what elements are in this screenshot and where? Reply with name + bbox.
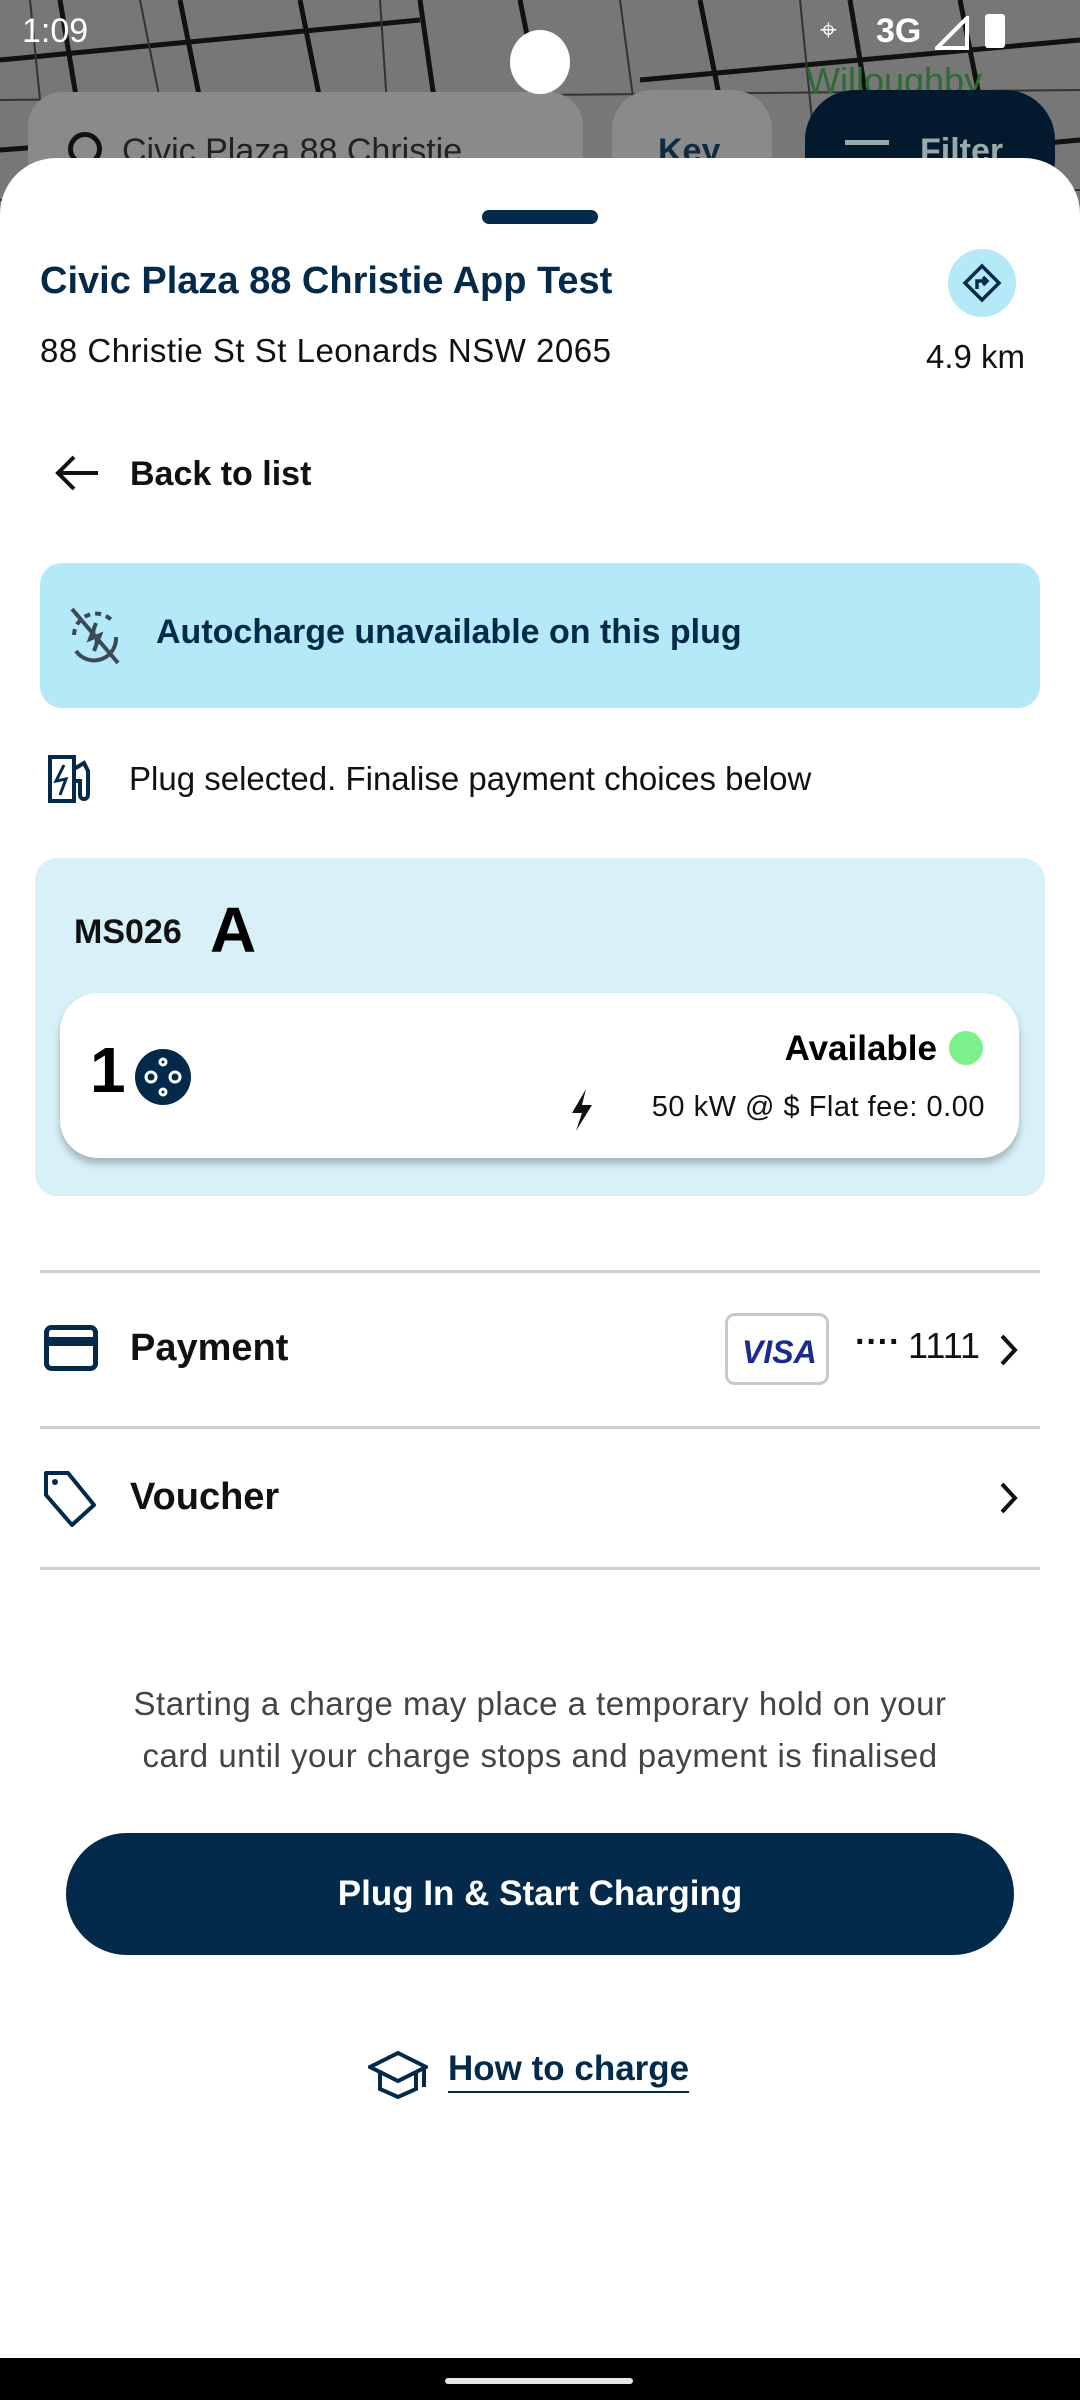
status-time: 1:09: [22, 12, 89, 50]
credit-card-icon: [44, 1325, 98, 1371]
directions-button[interactable]: [948, 249, 1016, 317]
card-last4: 1111: [908, 1325, 981, 1366]
payment-row[interactable]: Payment VISA ···· 1111: [40, 1273, 1040, 1425]
lightning-icon: [572, 1089, 592, 1131]
disclaimer-line: Starting a charge may place a temporary …: [133, 1685, 947, 1722]
voucher-label: Voucher: [130, 1476, 280, 1518]
directions-icon: [962, 263, 1002, 303]
autocharge-off-icon: [70, 607, 120, 665]
station-detail-sheet: Civic Plaza 88 Christie App Test 88 Chri…: [0, 158, 1080, 2358]
charger-card: MS026 A 1 Available 50 kW @ $ Flat fee: …: [35, 858, 1045, 1196]
plug-status: Available: [784, 1029, 937, 1068]
station-title: Civic Plaza 88 Christie App Test: [40, 260, 613, 302]
start-charging-label: Plug In & Start Charging: [337, 1874, 743, 1913]
card-brand: VISA: [742, 1334, 817, 1370]
plug-option[interactable]: 1 Available 50 kW @ $ Flat fee: 0.00: [60, 993, 1019, 1158]
chevron-right-icon: [1000, 1482, 1018, 1514]
charger-id: MS026: [74, 913, 182, 951]
connector-type-icon: [135, 1049, 191, 1105]
location-icon: ⌖: [820, 14, 837, 47]
plug-rate: 50 kW @ $ Flat fee: 0.00: [651, 1091, 985, 1123]
back-label: Back to list: [130, 455, 312, 493]
autocharge-notice-text: Autocharge unavailable on this plug: [156, 613, 742, 651]
signal-icon: [935, 16, 969, 50]
tag-icon: [44, 1471, 96, 1527]
graduation-cap-icon: [368, 2051, 428, 2099]
plug-selected-text: Plug selected. Finalise payment choices …: [129, 760, 812, 797]
chevron-right-icon: [1000, 1334, 1018, 1366]
drag-handle[interactable]: [482, 210, 598, 224]
start-charging-button[interactable]: Plug In & Start Charging: [66, 1833, 1014, 1955]
how-to-charge-link[interactable]: How to charge: [366, 2043, 716, 2113]
home-indicator[interactable]: [445, 2378, 633, 2384]
card-mask: ····: [855, 1323, 901, 1361]
navigation-bar: [0, 2358, 1080, 2400]
arrow-left-icon: [55, 455, 98, 491]
station-address: 88 Christie St St Leonards NSW 2065: [40, 332, 612, 369]
battery-icon: [985, 14, 1005, 48]
station-distance: 4.9 km: [926, 338, 1026, 375]
disclaimer-line: card until your charge stops and payment…: [142, 1737, 938, 1774]
payment-hold-disclaimer: Starting a charge may place a temporary …: [0, 1678, 1080, 1782]
charging-station-icon: [48, 755, 90, 803]
visa-logo: VISA: [725, 1313, 829, 1385]
status-dot: [949, 1031, 983, 1065]
plug-number: 1: [90, 1034, 126, 1106]
network-type: 3G: [876, 12, 922, 50]
back-to-list-button[interactable]: Back to list: [40, 443, 360, 503]
voucher-row[interactable]: Voucher: [40, 1429, 1040, 1567]
payment-label: Payment: [130, 1327, 289, 1369]
how-to-charge-label: How to charge: [448, 2049, 690, 2093]
autocharge-notice: Autocharge unavailable on this plug: [40, 563, 1040, 708]
divider: [40, 1567, 1040, 1570]
camera-cutout: [510, 30, 570, 94]
charger-letter: A: [210, 894, 257, 966]
